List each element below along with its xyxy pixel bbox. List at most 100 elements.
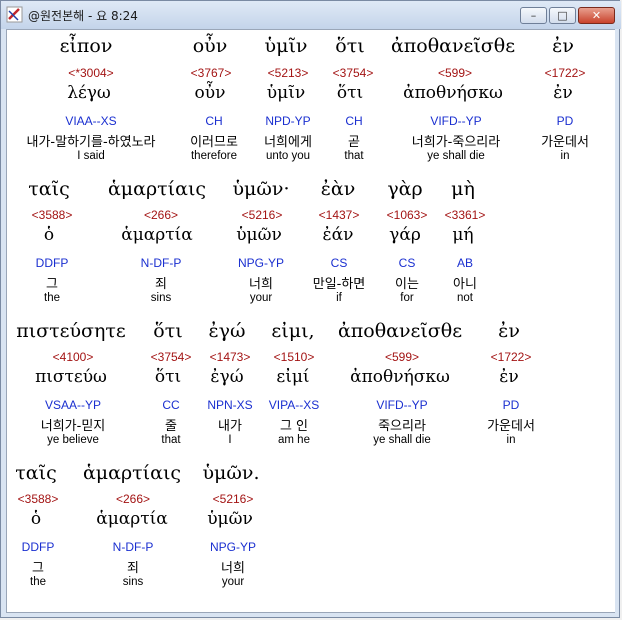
strong-number[interactable]: <1722>	[545, 66, 586, 80]
english-gloss: ye believe	[47, 434, 99, 446]
minimize-button[interactable]: –	[520, 7, 547, 24]
english-gloss: ye shall die	[427, 150, 485, 162]
parsing-code[interactable]: NPN-XS	[207, 398, 252, 412]
strong-number[interactable]: <599>	[438, 66, 472, 80]
korean-gloss: 너희	[249, 277, 273, 292]
strong-number[interactable]: <3754>	[333, 66, 374, 80]
korean-gloss: 그	[32, 561, 44, 576]
greek-word[interactable]: γὰρ	[387, 178, 422, 200]
parsing-code[interactable]: VIFD--YP	[430, 114, 481, 128]
strong-number[interactable]: <3588>	[32, 208, 73, 222]
lemma: ὁ	[43, 225, 55, 245]
parsing-code[interactable]: VSAA--YP	[45, 398, 101, 412]
lemma: ὅτι	[154, 367, 182, 387]
title-bar[interactable]: @원전본해 - 요 8:24 – □ ✕	[1, 1, 621, 29]
greek-word[interactable]: οὖν	[193, 35, 228, 57]
greek-word[interactable]: ἁμαρτίαις	[83, 462, 181, 484]
parsing-code[interactable]: CS	[399, 256, 416, 270]
greek-word[interactable]: ἀποθανεῖσθε	[391, 35, 515, 57]
right-border	[615, 29, 619, 613]
greek-word[interactable]: ἀποθανεῖσθε	[338, 320, 462, 342]
strong-number[interactable]: <5216>	[242, 208, 283, 222]
strong-number[interactable]: <3754>	[151, 350, 192, 364]
english-gloss: the	[44, 292, 60, 304]
english-gloss: I	[228, 434, 232, 446]
korean-gloss: 죄	[127, 561, 139, 576]
greek-word[interactable]: ἐγώ	[208, 320, 245, 342]
parsing-code[interactable]: NPG-YP	[210, 540, 256, 554]
app-icon[interactable]	[6, 6, 23, 23]
parsing-code[interactable]: CS	[331, 256, 348, 270]
greek-word[interactable]: ταῖς	[28, 178, 69, 200]
parsing-code[interactable]: CH	[205, 114, 222, 128]
lemma: γάρ	[389, 225, 421, 245]
strong-number[interactable]: <3361>	[445, 208, 486, 222]
maximize-icon: □	[557, 9, 568, 22]
english-gloss: am he	[278, 434, 310, 446]
korean-gloss: 내가-말하기를-하였노라	[26, 135, 156, 150]
strong-number[interactable]: <1473>	[210, 350, 251, 364]
parsing-code[interactable]: VIAA--XS	[65, 114, 116, 128]
strong-number[interactable]: <4100>	[53, 350, 94, 364]
strong-number[interactable]: <1437>	[319, 208, 360, 222]
parsing-code[interactable]: CH	[345, 114, 362, 128]
greek-word[interactable]: ταῖς	[15, 462, 56, 484]
strong-number[interactable]: <266>	[144, 208, 178, 222]
english-gloss: the	[30, 576, 46, 588]
parsing-code[interactable]: NPG-YP	[238, 256, 284, 270]
parsing-code[interactable]: N-DF-P	[113, 540, 154, 554]
greek-word[interactable]: ἐν	[552, 35, 574, 57]
english-gloss: not	[457, 292, 473, 304]
greek-word[interactable]: ὑμῖν	[265, 35, 308, 57]
strong-number[interactable]: <*3004>	[68, 66, 113, 80]
close-button[interactable]: ✕	[578, 7, 615, 24]
parsing-code[interactable]: DDFP	[22, 540, 55, 554]
strong-number[interactable]: <1063>	[387, 208, 428, 222]
greek-word[interactable]: ὅτι	[335, 35, 364, 57]
minimize-icon: –	[530, 9, 537, 22]
parsing-code[interactable]: VIFD--YP	[376, 398, 427, 412]
korean-gloss: 가운데서	[541, 135, 589, 150]
lemma: ὑμῶν	[236, 225, 282, 245]
strong-number[interactable]: <5213>	[268, 66, 309, 80]
english-gloss: that	[344, 150, 364, 162]
parsing-code[interactable]: NPD-YP	[265, 114, 310, 128]
parsing-code[interactable]: VIPA--XS	[269, 398, 319, 412]
greek-word[interactable]: πιστεύσητε	[16, 320, 126, 342]
strong-number[interactable]: <266>	[116, 492, 150, 506]
parsing-code[interactable]: N-DF-P	[141, 256, 182, 270]
lemma: ἁμαρτία	[96, 509, 168, 529]
parsing-code[interactable]: PD	[503, 398, 520, 412]
greek-word[interactable]: ἐν	[498, 320, 520, 342]
lemma: ἐάν	[322, 225, 354, 245]
english-gloss: that	[161, 434, 181, 446]
english-gloss: in	[560, 150, 570, 162]
lemma: ἀποθνήσκω	[403, 83, 503, 103]
greek-word[interactable]: ὅτι	[153, 320, 182, 342]
strong-number[interactable]: <599>	[385, 350, 419, 364]
strong-number[interactable]: <3588>	[18, 492, 59, 506]
greek-word[interactable]: μὴ	[451, 178, 475, 200]
strong-number[interactable]: <1722>	[491, 350, 532, 364]
parsing-code[interactable]: AB	[457, 256, 473, 270]
strong-number[interactable]: <1510>	[274, 350, 315, 364]
strong-number[interactable]: <5216>	[213, 492, 254, 506]
lemma: ὅτι	[336, 83, 364, 103]
parsing-code[interactable]: DDFP	[36, 256, 69, 270]
lemma: ὑμῖν	[266, 83, 306, 103]
greek-word[interactable]: εἶπον	[60, 35, 113, 57]
korean-gloss: 줄	[165, 419, 177, 434]
strong-number[interactable]: <3767>	[191, 66, 232, 80]
parsing-code[interactable]: CC	[162, 398, 179, 412]
greek-word[interactable]: εἰμι,	[271, 320, 314, 342]
greek-word[interactable]: ὑμῶν·	[233, 178, 290, 200]
greek-word[interactable]: ὑμῶν.	[203, 462, 260, 484]
parsing-code[interactable]: PD	[557, 114, 574, 128]
greek-word[interactable]: ἐὰν	[321, 178, 356, 200]
greek-word[interactable]: ἁμαρτίαις	[108, 178, 206, 200]
korean-gloss: 만일-하면	[312, 277, 366, 292]
lemma: ἀποθνήσκω	[350, 367, 450, 387]
english-gloss: in	[506, 434, 516, 446]
interlinear-view[interactable]: εἶπον <*3004> λέγω VIAA--XS 내가-말하기를-하였노라…	[6, 29, 616, 613]
maximize-button[interactable]: □	[549, 7, 576, 24]
